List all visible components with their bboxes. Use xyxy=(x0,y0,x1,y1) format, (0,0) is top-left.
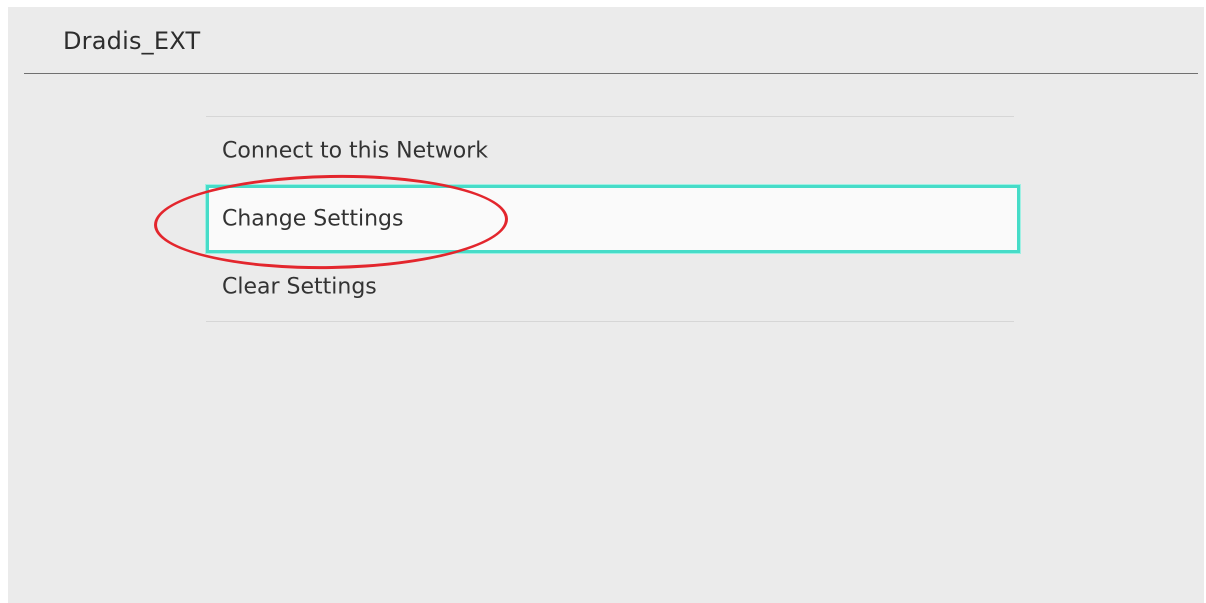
connect-to-network-label: Connect to this Network xyxy=(222,138,489,164)
network-name-title: Dradis_EXT xyxy=(63,27,201,55)
header-divider xyxy=(24,73,1198,74)
clear-settings-option[interactable]: Clear Settings xyxy=(206,253,1014,321)
change-settings-label: Change Settings xyxy=(222,206,404,232)
network-options-menu: Connect to this Network Change Settings … xyxy=(206,116,1020,322)
clear-settings-label: Clear Settings xyxy=(222,274,377,300)
connect-to-network-option[interactable]: Connect to this Network xyxy=(206,117,1014,185)
menu-divider-bottom xyxy=(206,321,1014,322)
change-settings-option[interactable]: Change Settings xyxy=(206,185,1020,253)
network-settings-screen: Dradis_EXT Connect to this Network Chang… xyxy=(8,7,1204,603)
